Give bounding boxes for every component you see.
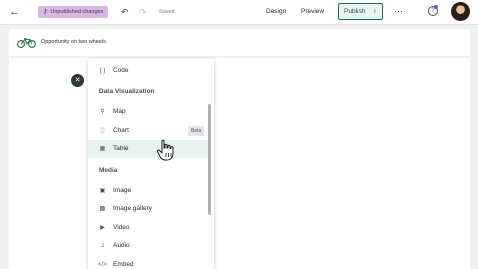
menu-item-label: Map (113, 108, 126, 115)
image-icon: ▣ (99, 188, 106, 194)
section-heading-data-visualization: Data Visualization (99, 88, 155, 95)
table-icon: ▦ (99, 146, 106, 152)
menu-item-label: Video (113, 224, 130, 231)
menu-item-map[interactable]: ⚲ Map (88, 103, 208, 121)
avatar[interactable] (451, 2, 470, 21)
beta-badge: Beta (188, 126, 205, 136)
map-pin-icon: ⚲ (100, 109, 105, 115)
menu-item-label: Audio (113, 242, 130, 249)
menu-item-label: Code (113, 67, 129, 74)
menu-scrollbar[interactable] (208, 104, 211, 215)
embed-icon: </> (98, 262, 107, 268)
bar-chart-icon: ░ (100, 128, 105, 134)
menu-item-code[interactable]: { } Code (88, 62, 208, 80)
undo-icon[interactable]: ↶ (121, 6, 129, 18)
menu-item-image[interactable]: ▣ Image (88, 182, 208, 200)
publish-label: Publish (344, 8, 366, 15)
menu-item-embed[interactable]: </> Embed (88, 256, 208, 269)
chevron-right-icon: › (373, 8, 376, 15)
close-icon[interactable]: ✕ (71, 74, 84, 87)
menu-item-label: Table (113, 145, 129, 152)
menu-item-label: Chart (113, 127, 129, 134)
menu-item-video[interactable]: ▶ Video (88, 219, 208, 237)
bicycle-icon (17, 37, 36, 48)
design-link[interactable]: Design (266, 6, 286, 18)
menu-item-label: Image (113, 187, 132, 194)
preview-link[interactable]: Preview (301, 6, 324, 18)
menu-item-image-gallery[interactable]: ▩ Image gallery (88, 200, 208, 218)
video-icon: ▶ (100, 225, 105, 231)
block-picker-menu: { } Code Data Visualization ⚲ Map ░ Char… (88, 59, 214, 269)
code-icon: { } (99, 68, 106, 74)
story-title[interactable]: Opportunity on two wheels (41, 37, 106, 48)
arrow-left-icon[interactable]: ← (9, 5, 21, 19)
unpublished-changes-badge[interactable]: ⚷ Unpublished changes (38, 6, 109, 18)
story-title-bar: Opportunity on two wheels (9, 29, 470, 56)
lock-icon: ⚷ (43, 9, 48, 15)
menu-item-label: Image gallery (113, 205, 153, 212)
redo-icon[interactable]: ↷ (139, 6, 147, 18)
image-gallery-icon: ▩ (99, 206, 106, 212)
audio-icon: ♫ (100, 243, 105, 249)
menu-item-table[interactable]: ▦ Table (88, 140, 208, 158)
story-canvas (9, 58, 470, 269)
menu-item-label: Embed (113, 261, 134, 268)
notification-dot (434, 5, 438, 9)
menu-item-chart[interactable]: ░ Chart Beta (88, 122, 208, 140)
more-horizontal-icon[interactable]: ⋯ (394, 5, 404, 17)
top-bar: ← ⚷ Unpublished changes ↶ ↷ Saved Design… (0, 0, 478, 25)
save-status: Saved (159, 9, 175, 15)
publish-button[interactable]: Publish › (338, 3, 383, 20)
menu-item-audio[interactable]: ♫ Audio (88, 237, 208, 255)
hand-cursor-icon (156, 139, 174, 161)
section-heading-media: Media (99, 167, 118, 174)
unpublished-changes-label: Unpublished changes (50, 9, 104, 15)
